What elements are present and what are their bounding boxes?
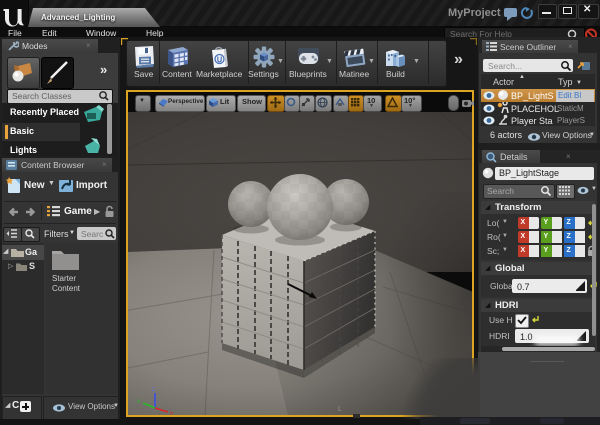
svg-text:z: z (152, 387, 155, 393)
svg-text:y: y (170, 411, 173, 415)
svg-text:L: L (338, 406, 342, 413)
svg-text:x: x (137, 399, 140, 405)
